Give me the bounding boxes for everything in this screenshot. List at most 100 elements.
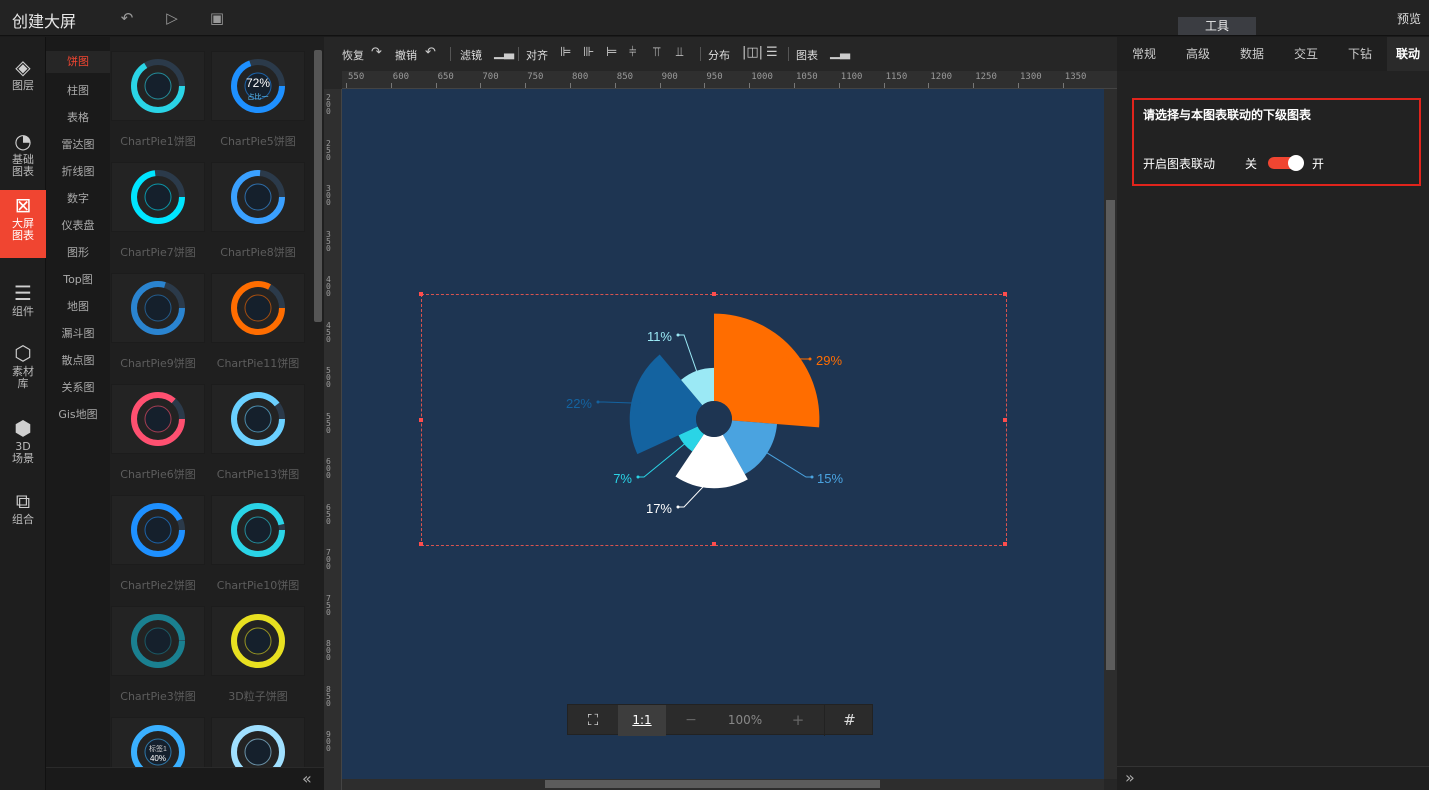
undo-button[interactable]: 撤销 [395,47,417,63]
chart-card[interactable] [211,162,305,232]
undo-icon[interactable]: ↶ [425,45,436,60]
chart-card[interactable] [211,273,305,343]
horizontal-scroll-thumb[interactable] [545,780,880,788]
align-left-icon[interactable]: ⊫ [560,45,571,60]
collapse-right-panel[interactable]: » [1117,766,1429,790]
tools-tab[interactable]: 工具 [1178,17,1256,35]
chart-card[interactable] [111,606,205,676]
category-item[interactable]: Gis地图 [46,404,110,426]
back-icon[interactable]: ↶ [118,9,136,27]
nav-item-3[interactable]: ☰ 组件 [0,278,46,324]
chart-card[interactable] [211,384,305,454]
tab-4[interactable]: 下钻 [1333,37,1387,71]
nav-item-4[interactable]: ⬡ 素材库 [0,338,46,396]
category-item[interactable]: 饼图 [46,51,110,73]
ruler-tick-label: 700 [326,548,331,571]
tab-1[interactable]: 高级 [1171,37,1225,71]
restore-button[interactable]: 恢复 [342,47,364,63]
double-chevron-right-icon[interactable]: » [1125,768,1135,787]
align-center-icon[interactable]: ⊪ [583,45,594,60]
zoom-out-button[interactable]: − [666,705,716,736]
category-item[interactable]: 数字 [46,188,110,210]
align-bottom-icon[interactable]: ⫫ [676,45,683,60]
collapse-left-panel[interactable]: « [46,767,324,790]
ruler-tick-label: 450 [326,320,331,344]
category-item[interactable]: 表格 [46,107,110,129]
resize-handle[interactable] [1003,542,1007,546]
chart-card-label: ChartPie5饼图 [220,135,296,148]
chart-card[interactable] [111,162,205,232]
chart-card[interactable] [211,51,305,121]
chart-card[interactable] [111,495,205,565]
tab-2[interactable]: 数据 [1225,37,1279,71]
distribute-vertical-icon[interactable]: ☰ [766,45,778,60]
tab-5[interactable]: 联动 [1387,37,1429,71]
grid-icon[interactable]: # [824,705,874,736]
nav-item-2[interactable]: ⊠ 大屏 图表 [0,190,46,258]
chart-card[interactable] [211,606,305,676]
editor-toolbar: 恢复 ↷ 撤销 ↶ 滤镜 ▁▃ 对齐 ⊫ ⊪ ⊨ ⫩ ⫪ ⫫ 分布 |◫| ☰ … [324,37,1117,71]
resize-handle[interactable] [419,418,423,422]
category-item[interactable]: 图形 [46,242,110,264]
align-right-icon[interactable]: ⊨ [606,45,617,60]
nav-item-1[interactable]: ◔ 基础 图表 [0,126,46,184]
category-item[interactable]: Top图 [46,269,110,291]
zoom-in-button[interactable]: + [774,705,822,736]
category-item[interactable]: 折线图 [46,161,110,183]
nav-item-5[interactable]: ⬢ 3D 场景 [0,413,46,471]
category-item[interactable]: 漏斗图 [46,323,110,345]
ruler-tick-label: 900 [661,72,678,82]
sliders-icon: ☰ [14,281,32,305]
resize-handle[interactable] [1003,418,1007,422]
resize-handle[interactable] [419,542,423,546]
category-item[interactable]: 散点图 [46,350,110,372]
filter-button[interactable]: 滤镜 [460,47,482,63]
pie-chart-icon: ◔ [14,129,32,153]
chart-card[interactable] [111,384,205,454]
chart-card-label: ChartPie13饼图 [216,468,300,481]
category-item[interactable]: 雷达图 [46,134,110,156]
vertical-scroll-thumb[interactable] [1106,200,1115,670]
nav-item-0[interactable]: ◈ 图层 [0,52,46,100]
ruler-tick-label: 600 [326,457,331,480]
chart-card[interactable] [211,717,305,767]
chart-card-label: ChartPie9饼图 [120,357,196,370]
distribute-horizontal-icon[interactable]: |◫| [742,45,763,60]
chart-card[interactable] [111,51,205,121]
resize-handle[interactable] [712,292,716,296]
resize-handle[interactable] [419,292,423,296]
preview-button[interactable]: 预览 [1397,10,1421,27]
one-to-one-button[interactable]: 1:1 [618,705,666,736]
category-item[interactable]: 仪表盘 [46,215,110,237]
tab-0[interactable]: 常规 [1117,37,1171,71]
enable-linkage-label: 开启图表联动 [1143,157,1216,171]
category-item[interactable]: 关系图 [46,377,110,399]
redo-icon[interactable]: ↷ [371,45,382,60]
nav-item-label: 组合 [12,513,34,526]
chart-card[interactable] [111,717,205,767]
chart-card-label: ChartPie10饼图 [216,579,300,592]
toggle-knob[interactable] [1288,155,1304,171]
ruler-tick-label: 550 [348,72,365,82]
tab-3[interactable]: 交互 [1279,37,1333,71]
play-icon[interactable]: ▷ [163,9,181,27]
category-item[interactable]: 柱图 [46,80,110,102]
ruler-tick-label: 350 [326,229,331,253]
grid-scrollbar[interactable] [314,50,322,322]
chart-card[interactable] [211,495,305,565]
align-top-icon[interactable]: ⫪ [653,45,660,60]
double-chevron-left-icon[interactable]: « [302,769,312,788]
nav-item-label: 场景 [12,452,34,465]
chart-card[interactable] [111,273,205,343]
category-item[interactable]: 地图 [46,296,110,318]
save-icon[interactable]: ▣ [208,9,226,27]
fit-screen-icon[interactable]: ⛶ [568,705,618,736]
resize-handle[interactable] [1003,292,1007,296]
align-middle-icon[interactable]: ⫩ [629,45,636,60]
chart-icon[interactable]: ▁▃ [830,45,850,60]
nav-item-6[interactable]: ⧉ 组合 [0,486,46,532]
ruler-tick-label: 500 [326,366,331,389]
resize-handle[interactable] [712,542,716,546]
selection-box[interactable] [419,292,1007,546]
filter-chart-icon[interactable]: ▁▃ [494,45,514,60]
